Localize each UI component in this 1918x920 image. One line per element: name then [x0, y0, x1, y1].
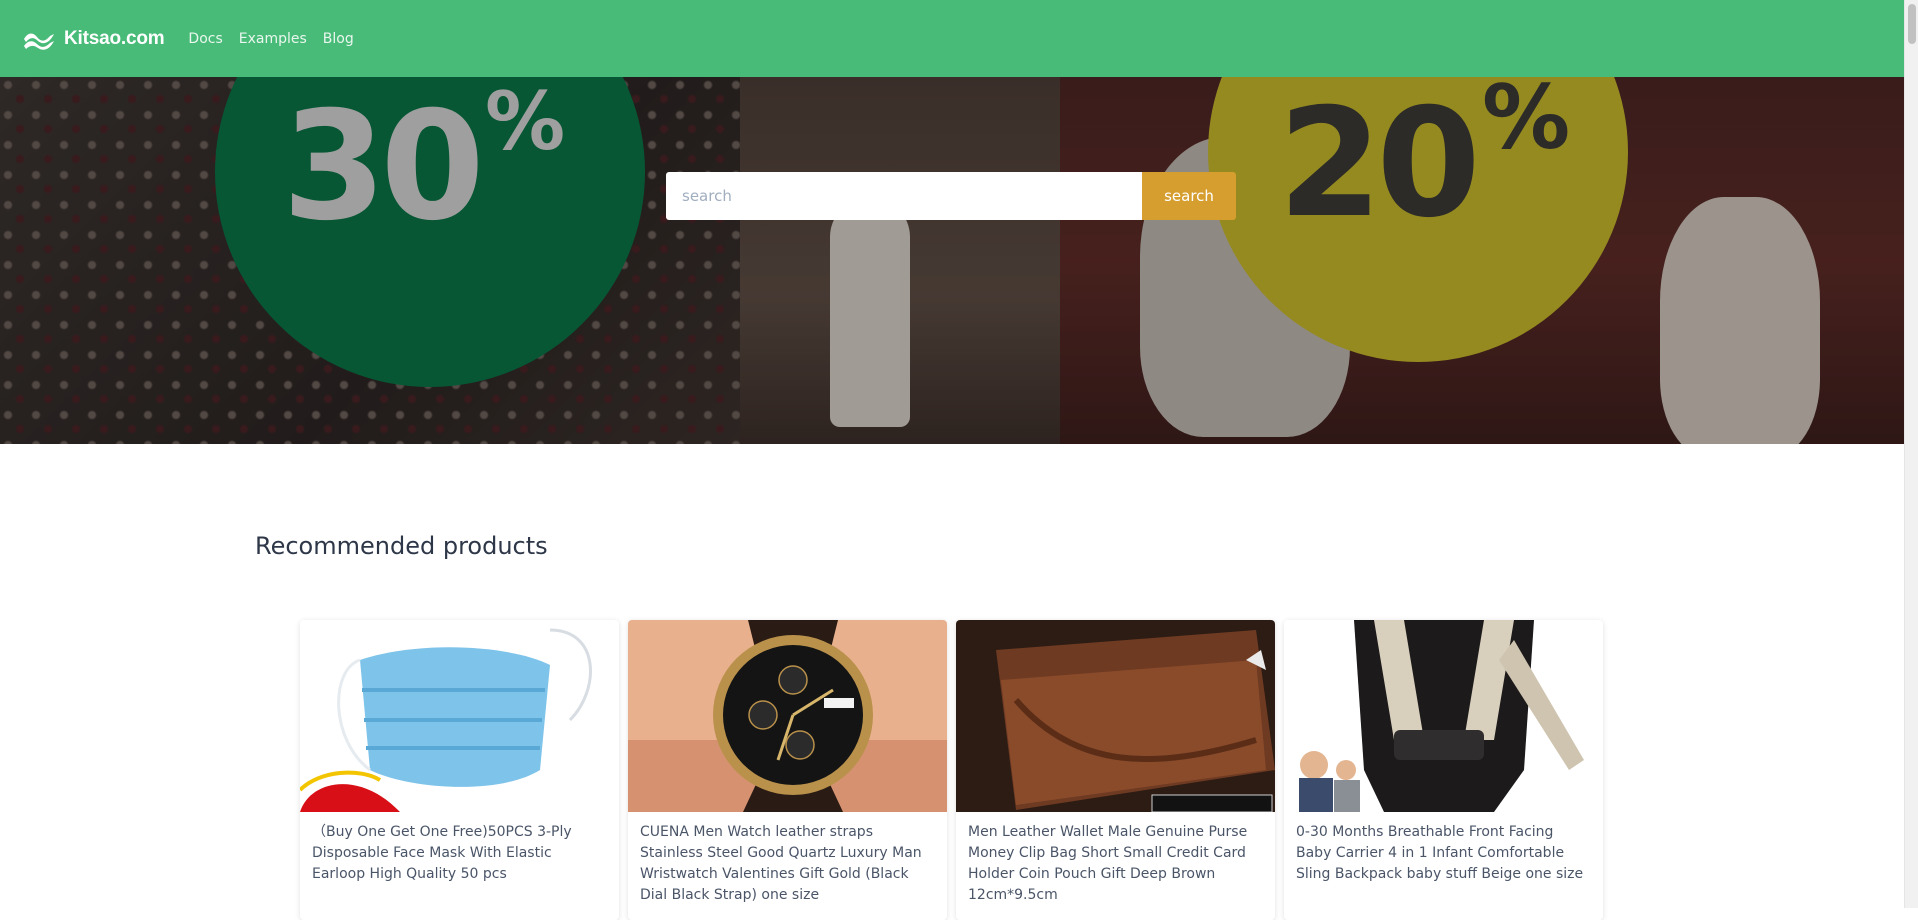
section-title: Recommended products	[255, 532, 548, 560]
wave-logo-icon	[24, 32, 54, 50]
product-title[interactable]: Men Leather Wallet Male Genuine Purse Mo…	[956, 812, 1275, 906]
search-form: search	[666, 172, 1236, 220]
nav-link-docs[interactable]: Docs	[188, 31, 222, 47]
search-input[interactable]	[666, 172, 1142, 220]
page-scrollbar[interactable]	[1904, 0, 1918, 908]
product-card[interactable]: Men Leather Wallet Male Genuine Purse Mo…	[956, 620, 1275, 920]
search-button[interactable]: search	[1142, 172, 1236, 220]
hero-banner: 30 % 20 % search	[0, 77, 1904, 444]
wristwatch-image[interactable]	[628, 620, 947, 812]
product-title[interactable]: （Buy One Get One Free)50PCS 3-Ply Dispos…	[300, 812, 619, 885]
face-mask-image[interactable]	[300, 620, 619, 812]
promo-percent-left: %	[485, 77, 566, 168]
promo-value-left: 30	[282, 80, 485, 254]
brand-link[interactable]: Kitsao.com	[22, 27, 165, 50]
product-title[interactable]: CUENA Men Watch leather straps Stainless…	[628, 812, 947, 906]
nav-link-blog[interactable]: Blog	[323, 31, 354, 47]
wallet-image[interactable]	[956, 620, 1275, 812]
product-card[interactable]: （Buy One Get One Free)50PCS 3-Ply Dispos…	[300, 620, 619, 920]
brand-name: Kitsao.com	[64, 27, 165, 49]
promo-percent-right: %	[1482, 77, 1571, 169]
scrollbar-thumb[interactable]	[1908, 4, 1916, 44]
product-title[interactable]: 0-30 Months Breathable Front Facing Baby…	[1284, 812, 1603, 885]
product-grid: （Buy One Get One Free)50PCS 3-Ply Dispos…	[300, 620, 1603, 920]
product-card[interactable]: 0-30 Months Breathable Front Facing Baby…	[1284, 620, 1603, 920]
product-card[interactable]: CUENA Men Watch leather straps Stainless…	[628, 620, 947, 920]
nav-link-examples[interactable]: Examples	[239, 31, 307, 47]
baby-carrier-image[interactable]	[1284, 620, 1603, 812]
promo-value-right: 20	[1278, 77, 1481, 251]
top-navbar: Kitsao.com Docs Examples Blog	[0, 0, 1904, 77]
